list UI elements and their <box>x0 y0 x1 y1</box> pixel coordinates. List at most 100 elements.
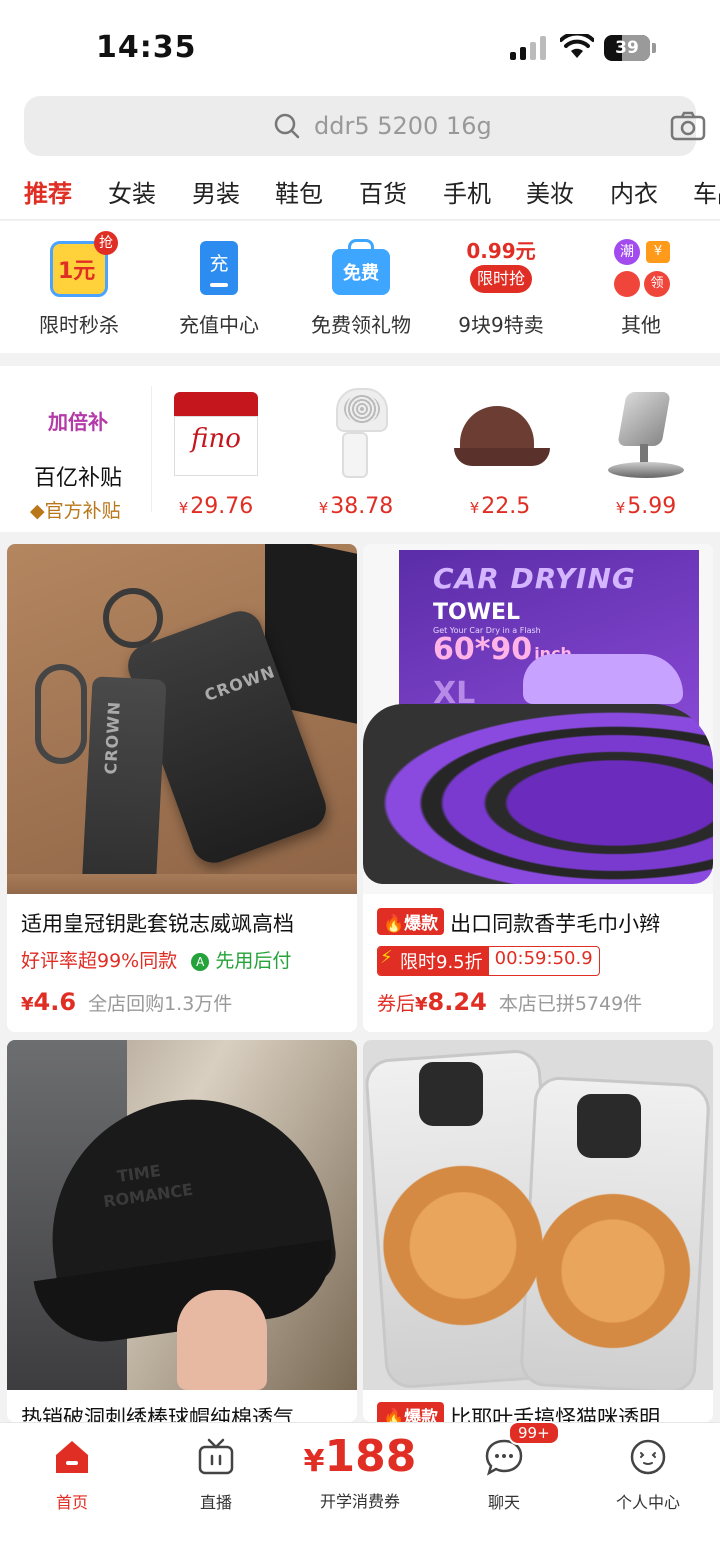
fire-icon: 🔥 <box>383 914 405 934</box>
tab-label: 开学消费券 <box>319 1492 400 1511</box>
subsidy-header[interactable]: 加倍补 百亿补贴 ◆官方补贴 <box>20 366 152 532</box>
cellular-signal-icon <box>510 36 546 60</box>
tab-profile[interactable]: 个人中心 <box>588 1437 708 1513</box>
hot-badge: 🔥爆款 <box>377 908 445 935</box>
lint-remover-icon <box>306 382 406 482</box>
flash-sale-corner-badge: 抢 <box>94 231 118 255</box>
subsidy-brand: 加倍补 <box>48 410 108 434</box>
tab-home[interactable]: 首页 <box>12 1437 132 1513</box>
search-icon <box>274 113 300 139</box>
free-gift-badge: 免费 <box>343 263 379 284</box>
wifi-icon <box>560 34 594 58</box>
deal-countdown: 00:59:50.9 <box>494 948 593 969</box>
battery-icon: 39 <box>604 35 656 61</box>
product-title[interactable]: 热销破洞刺绣棒球帽纯棉透气 <box>21 1402 351 1422</box>
subsidy-strip[interactable]: 加倍补 百亿补贴 ◆官方补贴 fino ¥29.76 ¥38.78 ¥22.5 … <box>0 366 720 532</box>
shortcut-label: 充值中心 <box>179 313 259 337</box>
tab-shoes-bags[interactable]: 鞋包 <box>275 174 323 209</box>
product-title[interactable]: 🔥爆款 出口同款香芋毛巾小辫 <box>377 908 707 938</box>
other-badge: 领 <box>644 271 670 297</box>
hair-mask-icon: fino <box>166 382 266 482</box>
product-card[interactable]: TIME ROMANCE 热销破洞刺绣棒球帽纯棉透气 <box>7 1040 357 1422</box>
bottom-tab-bar: 首页 直播 ¥188 开学消费券 聊天 99+ 个人中心 <box>0 1421 720 1561</box>
coupon-price-label: 券后 <box>377 993 416 1015</box>
tab-live[interactable]: 直播 <box>156 1437 276 1513</box>
dice-icon <box>614 271 640 297</box>
tab-phones[interactable]: 手机 <box>443 174 491 209</box>
recharge-icon: 充 <box>186 235 252 301</box>
tab-label: 聊天 <box>487 1493 520 1512</box>
product-image[interactable]: TIME ROMANCE <box>7 1040 357 1390</box>
flash-sale-badge: 1元 <box>58 259 96 284</box>
product-card[interactable]: CAR DRYING TOWEL Get Your Car Dry in a F… <box>363 544 713 1032</box>
recharge-badge: 充 <box>209 253 229 275</box>
product-image[interactable]: CROWN CROWN <box>7 544 357 894</box>
home-icon <box>56 1441 88 1473</box>
product-sales: 全店回购1.3万件 <box>88 993 233 1015</box>
tab-general[interactable]: 百货 <box>359 174 407 209</box>
shortcut-label: 其他 <box>621 313 661 337</box>
category-tabs: 推荐 女装 男装 鞋包 百货 手机 美妆 内衣 车品 <box>0 162 720 220</box>
hot-badge: 🔥爆款 <box>377 1402 445 1422</box>
tab-label: 直播 <box>199 1493 232 1512</box>
tv-icon <box>198 1438 234 1475</box>
shortcut-free-gift[interactable]: 免费 免费领礼物 <box>296 235 426 338</box>
product-tags: 好评率超99%同款 A 先用后付 <box>21 946 291 973</box>
subsidy-price: ¥22.5 <box>469 494 531 519</box>
product-brand: fino <box>191 424 241 454</box>
shortcut-special-sale[interactable]: 0.99元 限时抢 9块9特卖 <box>436 235 566 338</box>
shortcut-label: 限时秒杀 <box>39 313 119 337</box>
chat-unread-badge: 99+ <box>508 1421 560 1445</box>
subsidy-title: 百亿补贴 <box>34 466 123 491</box>
product-card[interactable]: 🔥爆款 比耶叶舌搞怪猫咪透明 <box>363 1040 713 1422</box>
subsidy-item[interactable]: fino ¥29.76 <box>160 382 272 519</box>
flash-sale-icon: 1元 抢 <box>46 231 118 301</box>
subsidy-item[interactable]: ¥38.78 <box>300 382 412 519</box>
product-title[interactable]: 适用皇冠钥匙套锐志威飒高档 <box>21 908 351 938</box>
tab-women[interactable]: 女装 <box>108 174 156 209</box>
shortcut-other[interactable]: 潮 ¥ 领 其他 <box>576 235 706 338</box>
search-input[interactable]: ddr5 5200 16g <box>24 96 706 156</box>
product-title[interactable]: 🔥爆款 比耶叶舌搞怪猫咪透明 <box>377 1402 707 1422</box>
subsidy-item[interactable]: ¥22.5 <box>444 382 556 519</box>
diamond-icon: ◆ <box>30 500 45 522</box>
search-bar-area: ddr5 5200 16g <box>0 92 720 162</box>
special-sale-badge: 限时抢 <box>470 265 532 293</box>
product-card[interactable]: CROWN CROWN 适用皇冠钥匙套锐志威飒高档 好评率超99%同款 A 先用… <box>7 544 357 1032</box>
tab-men[interactable]: 男装 <box>192 174 240 209</box>
product-image-text: CAR DRYING <box>433 562 636 595</box>
product-price-row: ¥4.6 全店回购1.3万件 <box>21 988 232 1016</box>
tab-beauty[interactable]: 美妆 <box>526 174 574 209</box>
app-screen: 14:35 39 ddr5 5200 16g 推荐 女装 男装 鞋包 百货 手机… <box>0 0 720 1561</box>
product-image-text: CROWN <box>101 700 124 775</box>
search-placeholder: ddr5 5200 16g <box>314 112 492 140</box>
pay-later-tag: A 先用后付 <box>191 950 291 972</box>
special-sale-price: 0.99元 <box>466 239 536 263</box>
shortcut-recharge[interactable]: 充 充值中心 <box>154 235 284 338</box>
subsidy-tag: ◆官方补贴 <box>30 500 121 522</box>
battery-level: 39 <box>615 38 639 58</box>
tab-coupon[interactable]: ¥188 开学消费券 <box>296 1431 424 1512</box>
tab-car[interactable]: 车品 <box>693 174 720 209</box>
tab-label: 首页 <box>55 1493 88 1512</box>
tab-underwear[interactable]: 内衣 <box>610 174 658 209</box>
status-bar: 14:35 39 <box>0 0 720 92</box>
shortcut-flash-sale[interactable]: 1元 抢 限时秒杀 <box>14 231 144 338</box>
subsidy-item[interactable]: ¥5.99 <box>590 382 702 519</box>
special-sale-icon: 0.99元 限时抢 <box>466 235 536 301</box>
camera-icon[interactable] <box>670 110 706 142</box>
product-image[interactable] <box>363 1040 713 1390</box>
tab-chat[interactable]: 聊天 <box>444 1437 564 1513</box>
tab-recommend[interactable]: 推荐 <box>24 174 72 209</box>
subsidy-price: ¥5.99 <box>615 494 677 519</box>
product-price: ¥4.6 <box>21 988 77 1016</box>
shortcut-label: 免费领礼物 <box>311 313 411 337</box>
phone-stand-icon <box>596 382 696 482</box>
subsidy-price: ¥29.76 <box>178 494 254 519</box>
other-badge: 潮 <box>614 239 640 265</box>
product-image[interactable]: CAR DRYING TOWEL Get Your Car Dry in a F… <box>363 544 713 894</box>
product-price: ¥8.24 <box>415 988 487 1016</box>
coupon-amount: ¥188 <box>303 1431 417 1482</box>
product-image-text: TOWEL <box>433 600 521 625</box>
status-time: 14:35 <box>96 30 197 65</box>
